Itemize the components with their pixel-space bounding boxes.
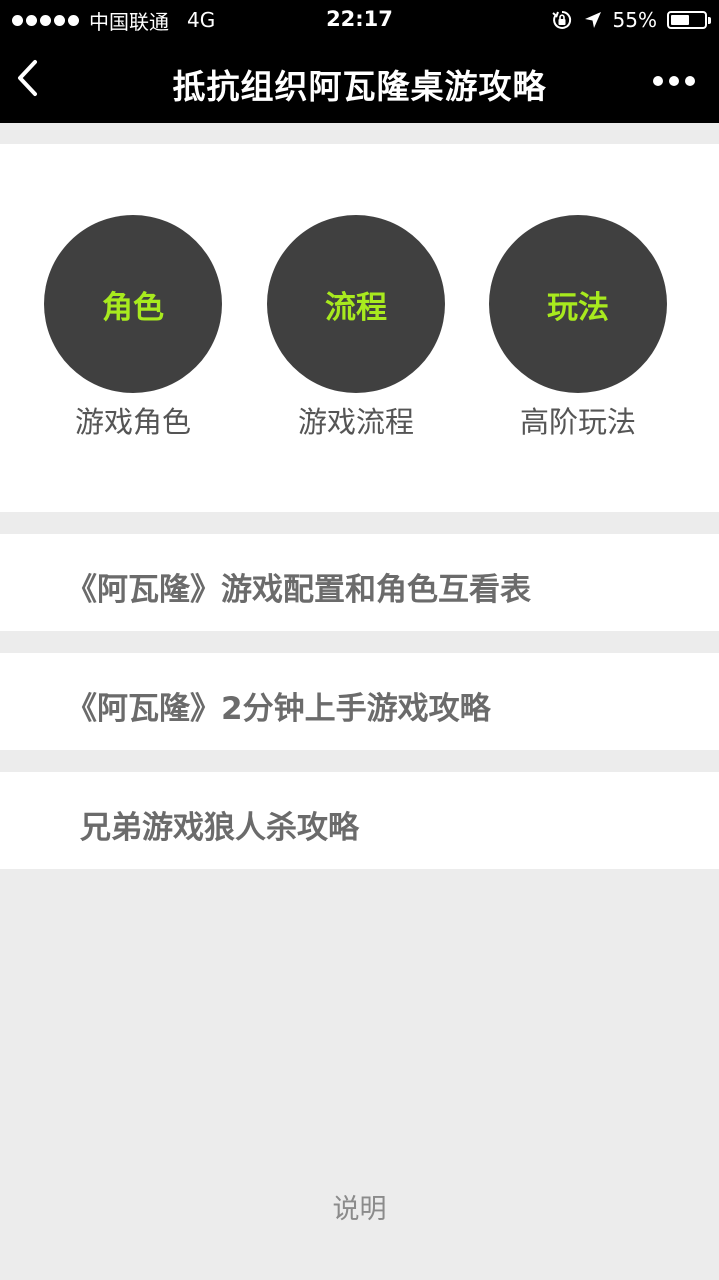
category-label: 高阶玩法 bbox=[519, 405, 636, 439]
more-button[interactable] bbox=[653, 70, 695, 92]
footer-explanation-link[interactable]: 说明 bbox=[0, 1187, 719, 1226]
chevron-left-icon bbox=[18, 60, 37, 96]
list-item-quick-guide[interactable]: 《阿瓦隆》2分钟上手游戏攻略 bbox=[0, 653, 719, 750]
more-dot bbox=[685, 76, 695, 86]
list-item-config-table[interactable]: 《阿瓦隆》游戏配置和角色互看表 bbox=[0, 534, 719, 631]
category-panel: 角色 游戏角色 流程 游戏流程 玩法 高阶玩法 bbox=[0, 144, 719, 512]
list-item-werewolf-guide[interactable]: 兄弟游戏狼人杀攻略 bbox=[0, 772, 719, 869]
status-right: 55% bbox=[551, 8, 711, 32]
category-circle: 玩法 bbox=[489, 215, 667, 393]
category-flow[interactable]: 流程 游戏流程 bbox=[256, 215, 456, 441]
page-title: 抵抗组织阿瓦隆桌游攻略 bbox=[172, 67, 547, 106]
rotation-lock-icon bbox=[551, 10, 571, 29]
location-arrow-icon bbox=[584, 12, 601, 28]
back-button[interactable] bbox=[14, 58, 54, 102]
more-dot bbox=[669, 76, 679, 86]
nav-bar: 抵抗组织阿瓦隆桌游攻略 bbox=[0, 40, 719, 123]
battery-icon bbox=[667, 11, 711, 29]
list-item-label: 兄弟游戏狼人杀攻略 bbox=[80, 810, 359, 846]
status-bar: 中国联通 4G 22:17 55% bbox=[0, 0, 719, 40]
category-circle: 角色 bbox=[44, 215, 222, 393]
category-circle: 流程 bbox=[267, 215, 445, 393]
category-roles[interactable]: 角色 游戏角色 bbox=[33, 215, 233, 441]
battery-percent: 55% bbox=[612, 8, 657, 32]
list-item-label: 《阿瓦隆》游戏配置和角色互看表 bbox=[66, 572, 531, 608]
category-advanced[interactable]: 玩法 高阶玩法 bbox=[478, 215, 678, 441]
more-dot bbox=[653, 76, 663, 86]
category-label: 游戏流程 bbox=[297, 405, 414, 439]
list-item-label: 《阿瓦隆》2分钟上手游戏攻略 bbox=[66, 691, 491, 727]
battery-level bbox=[671, 15, 689, 25]
category-label: 游戏角色 bbox=[74, 405, 191, 439]
